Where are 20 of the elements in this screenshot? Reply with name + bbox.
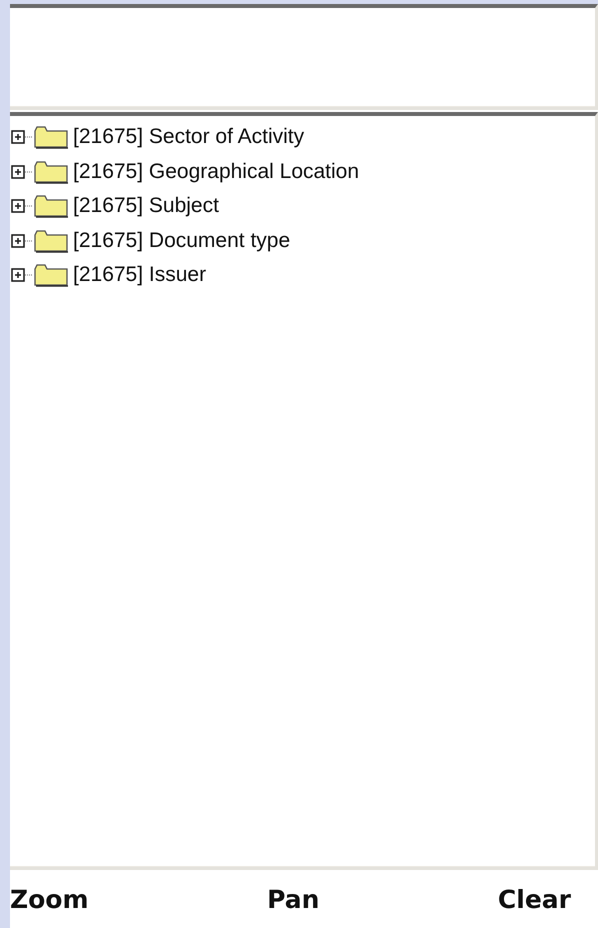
expand-icon[interactable] [11,268,25,282]
expand-icon[interactable] [11,130,25,144]
expand-icon[interactable] [11,199,25,214]
tree-item-label[interactable]: [21675] Issuer [73,263,206,288]
tree-item-label[interactable]: [21675] Document type [73,228,290,253]
folder-icon [33,228,69,253]
tree-connector-icon [25,238,33,243]
tree-connector-icon [25,170,33,174]
expand-icon[interactable] [11,234,25,248]
folder-icon [33,160,69,184]
folder-icon [33,125,69,150]
tree-connector-icon [25,135,33,140]
expand-icon[interactable] [11,164,25,179]
tree-connector-icon [25,204,33,208]
tree-connector-icon [25,273,33,278]
folder-icon [33,194,69,218]
tree-item-label[interactable]: [21675] Geographical Location [73,160,360,184]
folder-icon [33,263,69,288]
tree-item-label[interactable]: [21675] Subject [73,194,219,218]
tree-item-label[interactable]: [21675] Sector of Activity [73,125,304,150]
